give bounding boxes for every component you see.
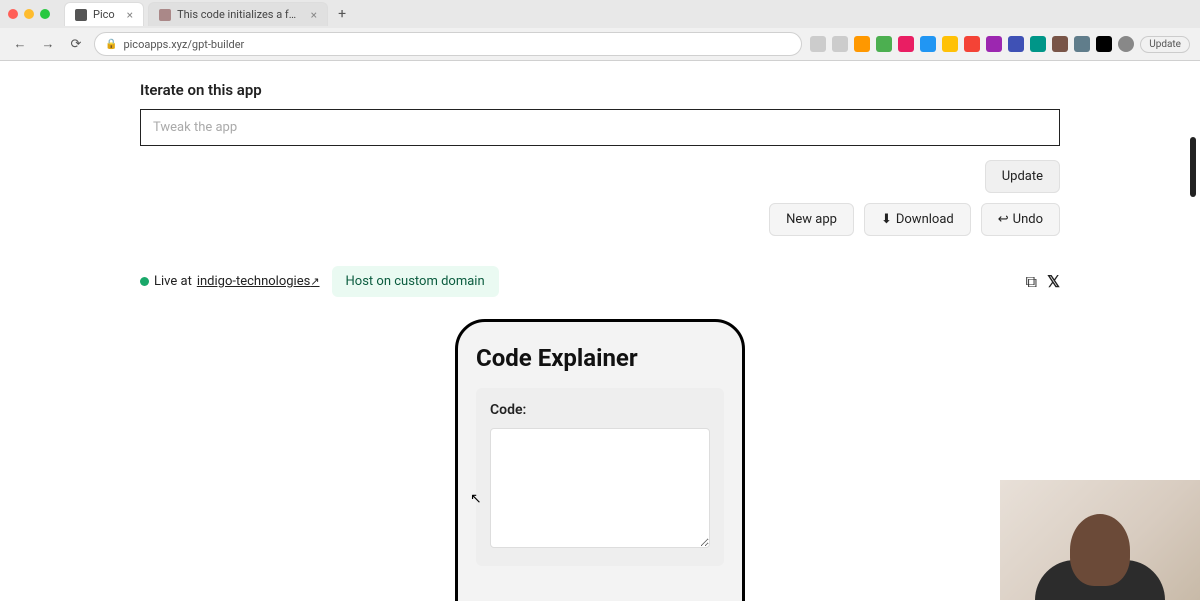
browser-update-button[interactable]: Update (1140, 36, 1190, 53)
update-label: Update (1002, 169, 1043, 184)
tab-secondary[interactable]: This code initializes a fun... × (148, 2, 328, 26)
copy-icon[interactable]: ⧉ (1026, 272, 1037, 292)
download-icon: ⬇ (881, 212, 892, 227)
extension-icon[interactable] (964, 36, 980, 52)
live-dot-icon (140, 277, 149, 286)
extension-icon[interactable] (832, 36, 848, 52)
undo-icon: ↩ (998, 212, 1009, 227)
code-label: Code: (490, 402, 710, 418)
browser-update-label: Update (1149, 39, 1181, 50)
extension-icon[interactable] (1008, 36, 1024, 52)
nav-row: ← → ⟳ 🔒 picoapps.xyz/gpt-builder Update (0, 28, 1200, 60)
tab-label: Pico (93, 8, 115, 21)
extensions-row: Update (810, 36, 1190, 53)
close-tab-icon[interactable]: × (311, 8, 317, 22)
back-button[interactable]: ← (10, 34, 30, 54)
favicon-icon (75, 9, 87, 21)
browser-chrome: Pico × This code initializes a fun... × … (0, 0, 1200, 61)
section-title: Iterate on this app (140, 81, 1060, 99)
maximize-window-icon[interactable] (40, 9, 50, 19)
extension-icon[interactable] (986, 36, 1002, 52)
status-row: Live at indigo-technologies↗ Host on cus… (140, 266, 1060, 297)
forward-button[interactable]: → (38, 34, 58, 54)
webcam-overlay (1000, 480, 1200, 600)
extension-icon[interactable] (1096, 36, 1112, 52)
download-label: Download (896, 212, 954, 227)
live-domain-text: indigo-technologies (197, 274, 310, 289)
close-tab-icon[interactable]: × (127, 8, 133, 22)
extension-icon[interactable] (920, 36, 936, 52)
url-text: picoapps.xyz/gpt-builder (123, 38, 244, 51)
reload-button[interactable]: ⟳ (66, 34, 86, 54)
address-bar[interactable]: 🔒 picoapps.xyz/gpt-builder (94, 32, 802, 56)
new-app-button[interactable]: New app (769, 203, 854, 236)
extension-icon[interactable] (1052, 36, 1068, 52)
phone-preview-wrap: Code Explainer Code: (140, 319, 1060, 601)
extension-icon[interactable] (942, 36, 958, 52)
person-head (1070, 514, 1130, 586)
extension-icon[interactable] (898, 36, 914, 52)
undo-label: Undo (1013, 212, 1043, 227)
code-textarea[interactable] (490, 428, 710, 548)
host-domain-button[interactable]: Host on custom domain (332, 266, 499, 297)
host-domain-label: Host on custom domain (346, 274, 485, 289)
app-title: Code Explainer (476, 344, 724, 372)
update-button[interactable]: Update (985, 160, 1060, 193)
new-tab-button[interactable]: + (332, 4, 352, 24)
twitter-icon[interactable]: 𝕏 (1047, 272, 1060, 291)
undo-button[interactable]: ↩ Undo (981, 203, 1060, 236)
profile-avatar-icon[interactable] (1118, 36, 1134, 52)
tabs-row: Pico × This code initializes a fun... × … (0, 0, 1200, 28)
favicon-icon (159, 9, 171, 21)
external-link-icon: ↗ (310, 275, 319, 288)
tweak-input[interactable] (140, 109, 1060, 146)
download-button[interactable]: ⬇ Download (864, 203, 971, 236)
tab-label: This code initializes a fun... (177, 8, 299, 21)
live-status: Live at indigo-technologies↗ (140, 274, 320, 289)
cursor-icon: ↖ (470, 491, 482, 507)
phone-mockup: Code Explainer Code: (455, 319, 745, 601)
window-controls (8, 9, 50, 19)
minimize-window-icon[interactable] (24, 9, 34, 19)
extension-icon[interactable] (1074, 36, 1090, 52)
extension-icon[interactable] (1030, 36, 1046, 52)
scrollbar[interactable] (1190, 137, 1196, 197)
code-card: Code: (476, 388, 724, 566)
new-app-label: New app (786, 212, 837, 227)
extension-icon[interactable] (854, 36, 870, 52)
live-prefix: Live at (154, 274, 192, 289)
extension-icon[interactable] (810, 36, 826, 52)
lock-icon: 🔒 (105, 39, 117, 50)
close-window-icon[interactable] (8, 9, 18, 19)
live-domain-link[interactable]: indigo-technologies↗ (197, 274, 320, 289)
extension-icon[interactable] (876, 36, 892, 52)
tab-pico[interactable]: Pico × (64, 2, 144, 26)
